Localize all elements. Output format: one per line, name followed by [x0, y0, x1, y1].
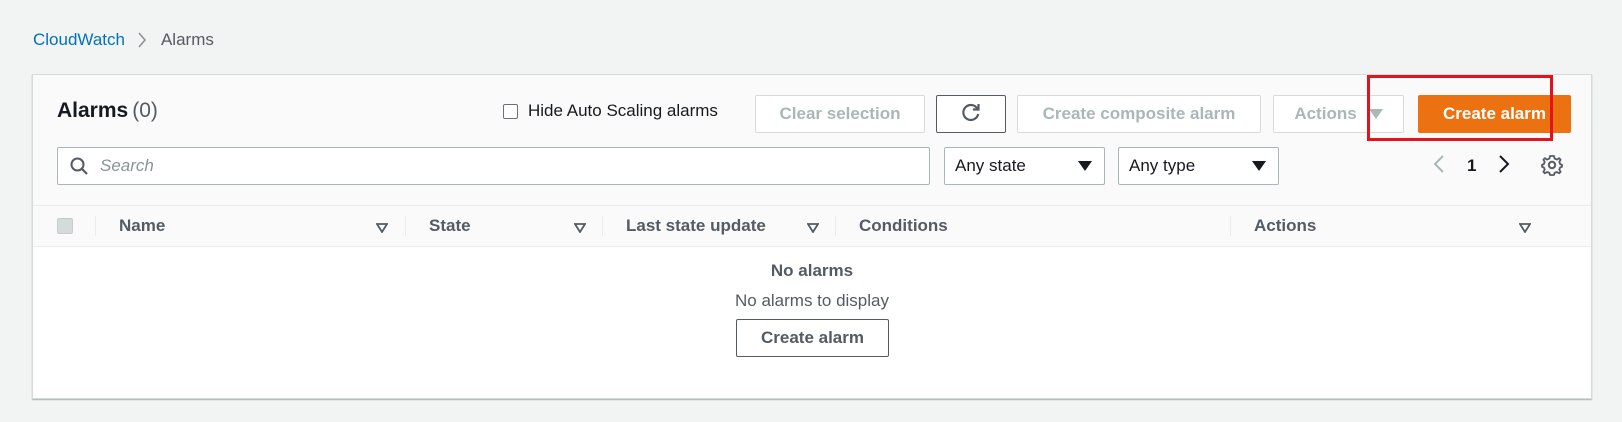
- sort-icon[interactable]: [806, 220, 820, 238]
- breadcrumb-current: Alarms: [160, 30, 214, 49]
- panel-header: Alarms (0) Hide Auto Scaling alarms Clear…: [33, 75, 1591, 205]
- create-alarm-button[interactable]: Create alarm: [1418, 95, 1571, 133]
- chevron-right-icon: [137, 31, 147, 49]
- caret-down-icon: [1368, 104, 1383, 124]
- caret-down-icon: [1078, 156, 1092, 176]
- column-divider: [95, 216, 96, 236]
- create-composite-alarm-button[interactable]: Create composite alarm: [1017, 95, 1261, 133]
- state-filter-value: Any state: [955, 156, 1026, 175]
- search-input[interactable]: [98, 155, 902, 177]
- sort-icon[interactable]: [573, 220, 587, 238]
- page-title: Alarms (0): [57, 99, 158, 123]
- settings-gear-icon[interactable]: [1541, 154, 1563, 181]
- previous-page-icon[interactable]: [1433, 154, 1445, 179]
- caret-down-icon: [1252, 156, 1266, 176]
- actions-dropdown-button[interactable]: Actions: [1273, 95, 1404, 133]
- hide-autoscaling-checkbox[interactable]: [503, 103, 518, 119]
- breadcrumb-cloudwatch-link[interactable]: CloudWatch: [33, 30, 125, 50]
- column-divider: [405, 216, 406, 236]
- column-divider: [835, 216, 836, 236]
- current-page-number[interactable]: 1: [1467, 156, 1476, 176]
- column-header-conditions: Conditions: [859, 216, 948, 235]
- select-all-checkbox[interactable]: [57, 218, 73, 234]
- refresh-button[interactable]: [936, 95, 1006, 133]
- type-filter-select[interactable]: Any type: [1118, 147, 1279, 185]
- refresh-icon: [960, 101, 982, 128]
- state-filter-select[interactable]: Any state: [944, 147, 1105, 185]
- empty-state-description: No alarms to display: [734, 291, 889, 310]
- search-box[interactable]: [57, 147, 930, 185]
- pagination: 1: [1433, 149, 1510, 183]
- search-icon: [70, 157, 88, 175]
- table-header: Name State Last state update Conditions …: [33, 205, 1591, 247]
- type-filter-value: Any type: [1129, 156, 1196, 175]
- sort-icon[interactable]: [375, 220, 389, 238]
- empty-state-create-alarm-button[interactable]: Create alarm: [736, 319, 889, 357]
- hide-autoscaling-label: Hide Auto Scaling alarms: [528, 101, 718, 120]
- clear-selection-button[interactable]: Clear selection: [755, 95, 925, 133]
- column-header-actions: Actions: [1254, 216, 1317, 235]
- column-header-last-state-update[interactable]: Last state update: [626, 206, 766, 246]
- breadcrumb: CloudWatch Alarms: [33, 30, 214, 50]
- column-divider: [1230, 216, 1231, 236]
- column-header-state[interactable]: State: [429, 206, 471, 246]
- sort-icon[interactable]: [1518, 220, 1532, 238]
- column-header-name[interactable]: Name: [119, 206, 165, 246]
- actions-label: Actions: [1294, 104, 1357, 123]
- hide-autoscaling-toggle[interactable]: Hide Auto Scaling alarms: [503, 101, 718, 121]
- title-text: Alarms: [57, 99, 129, 122]
- empty-state-title: No alarms: [770, 261, 854, 280]
- alarms-panel: Alarms (0) Hide Auto Scaling alarms Clear…: [32, 74, 1592, 399]
- column-divider: [602, 216, 603, 236]
- next-page-icon[interactable]: [1498, 154, 1510, 179]
- alarm-count: (0): [132, 99, 158, 122]
